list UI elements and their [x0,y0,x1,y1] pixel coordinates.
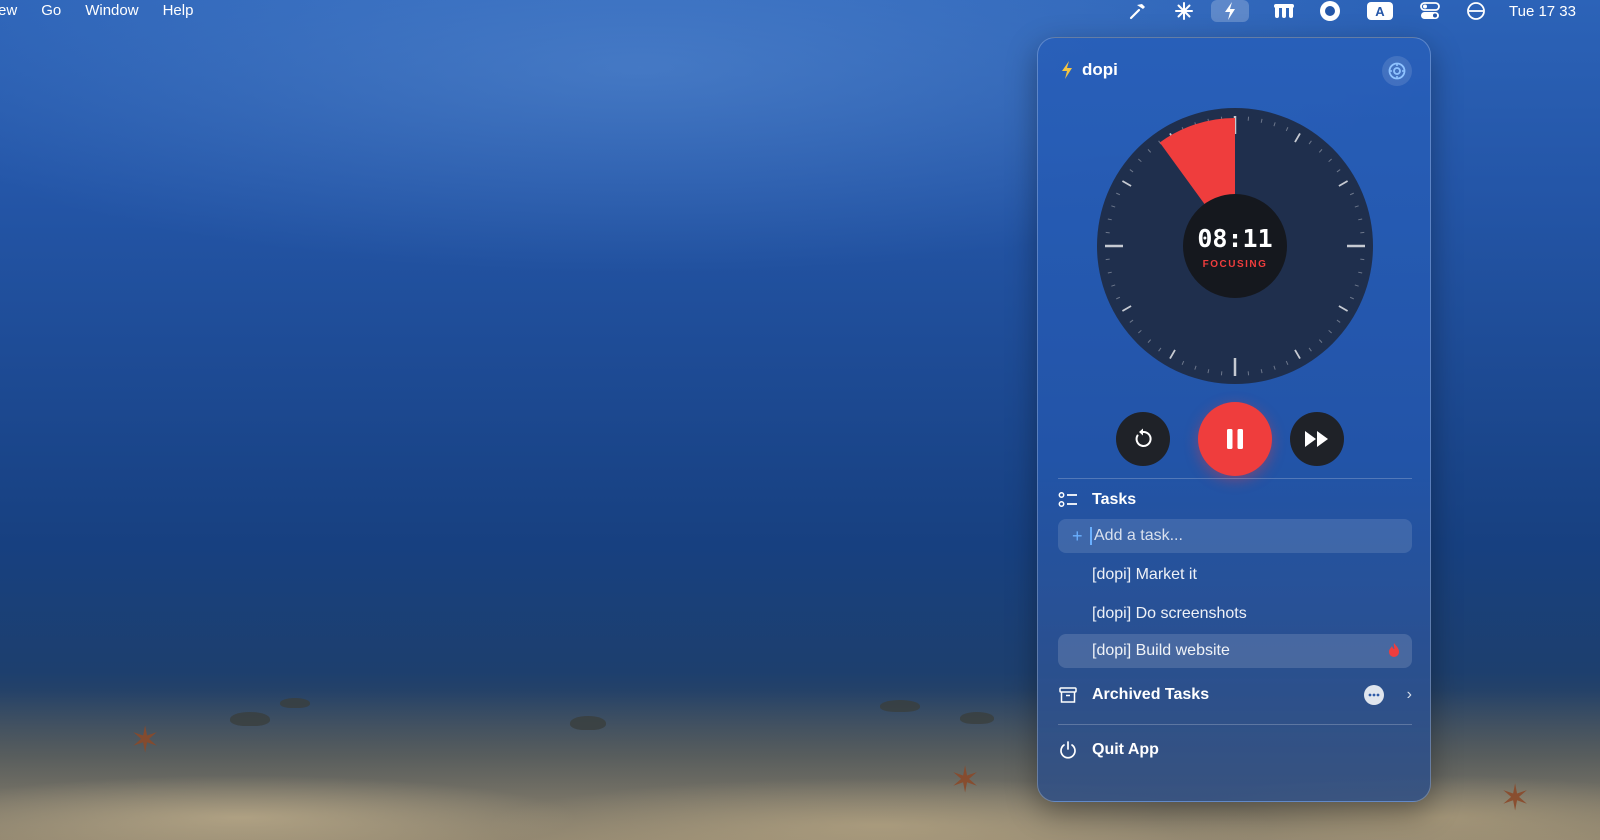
reset-icon [1135,428,1152,447]
focus-icon[interactable] [1465,0,1487,22]
wallpaper-rock [880,700,920,712]
chevron-right-icon: › [1406,686,1412,703]
app-title: dopi [1082,60,1118,79]
wallpaper-rock [230,712,270,726]
quit-app-label: Quit App [1092,741,1159,758]
flame-icon [1389,643,1399,657]
settings-icon [1388,62,1406,80]
menu-go[interactable]: Go [41,2,61,19]
task-label: [dopi] Build website [1092,642,1230,659]
timer-state: FOCUSING [1203,259,1268,270]
timer-dial-graphic: 08:11 FOCUSING [1097,108,1373,384]
menu-help[interactable]: Help [163,2,194,19]
status-area: A Tue 17 33 [1103,0,1576,22]
bolt-icon[interactable] [1211,0,1249,22]
menu-window[interactable]: Window [85,2,138,19]
skip-button[interactable] [1290,412,1344,466]
task-item[interactable]: [dopi] Do screenshots [1058,597,1412,631]
tasks-title: Tasks [1092,491,1137,508]
panel-header: dopi [1060,60,1118,80]
hammer-icon[interactable] [1127,0,1149,22]
timer-controls [1038,402,1432,482]
menu-extra-icon[interactable] [1273,0,1295,22]
input-source-badge: A [1367,2,1393,20]
divider [1058,724,1412,725]
power-icon [1060,741,1076,759]
wallpaper-starfish: ✶ [950,759,981,800]
menu-bar: ew Go Window Help A Tue 17 33 [0,0,1600,22]
task-label: [dopi] Market it [1092,566,1197,583]
menu-bar-clock[interactable]: Tue 17 33 [1509,3,1576,20]
sparkle-icon[interactable] [1173,0,1195,22]
ellipsis-icon [1368,693,1380,697]
more-options-button[interactable] [1364,685,1384,705]
wallpaper-starfish: ✶ [130,719,161,760]
timer-dial: 08:11 FOCUSING [1095,106,1375,386]
menu-view[interactable]: ew [0,2,17,19]
archived-tasks-label: Archived Tasks [1092,686,1210,703]
pause-icon [1227,429,1243,449]
add-task-field[interactable]: + [1058,519,1412,553]
task-label: [dopi] Do screenshots [1092,605,1247,622]
pause-button[interactable] [1198,402,1272,476]
archived-tasks-row[interactable]: Archived Tasks › [1058,683,1412,707]
task-item-active[interactable]: [dopi] Build website [1058,634,1412,668]
app-bolt-icon [1062,61,1072,79]
plus-icon: + [1072,525,1083,546]
wallpaper-starfish: ✶ [1500,777,1531,818]
wallpaper-rock [960,712,994,724]
input-source-icon[interactable]: A [1365,0,1395,22]
settings-button[interactable] [1382,56,1412,86]
task-item[interactable]: [dopi] Market it [1058,558,1412,592]
dopi-popover: dopi 08:11 FOCUSING Tasks + Add a task..… [1037,37,1431,802]
wallpaper-rock [280,698,310,708]
reset-button[interactable] [1116,412,1170,466]
control-center-icon[interactable] [1419,0,1441,22]
tasks-header: Tasks [1058,488,1412,512]
skip-forward-icon [1305,431,1328,447]
app-menus: ew Go Window Help [0,2,217,19]
record-icon[interactable] [1319,0,1341,22]
timer-time: 08:11 [1197,224,1272,253]
divider [1058,478,1412,479]
quit-app-row[interactable]: Quit App [1058,738,1412,762]
archive-icon [1059,687,1077,703]
checklist-icon [1058,492,1077,507]
wallpaper-rock [570,716,606,730]
add-task-input[interactable] [1090,527,1380,545]
